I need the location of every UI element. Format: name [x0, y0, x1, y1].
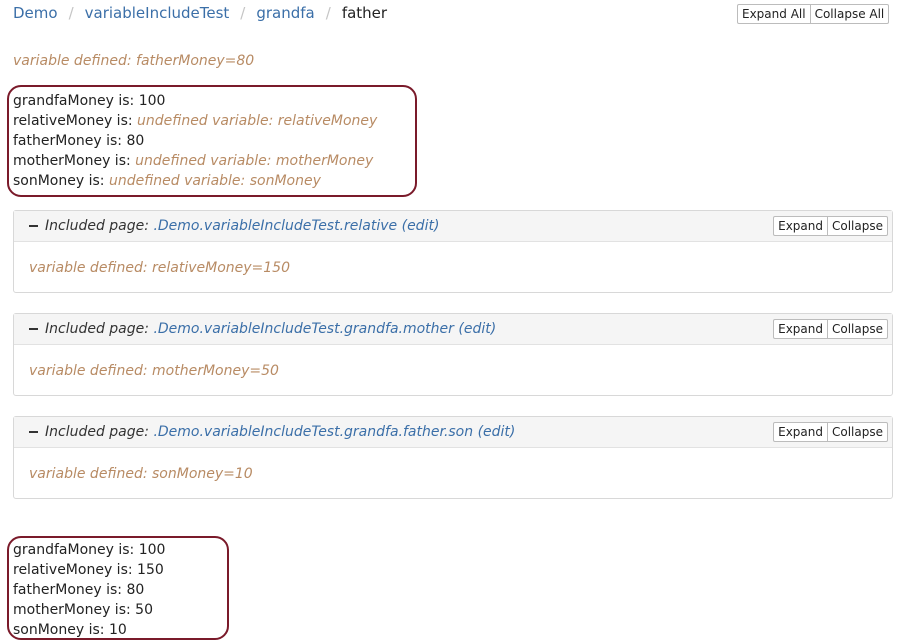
breadcrumb-separator: / — [325, 4, 331, 22]
collapse-button[interactable]: Collapse — [828, 216, 888, 236]
breadcrumb-current: father — [341, 4, 388, 22]
included-page-body: variable defined: relativeMoney=150 — [14, 242, 892, 292]
breadcrumb-separator: / — [240, 4, 246, 22]
included-variable-definition: variable defined: motherMoney=50 — [29, 363, 279, 379]
first-block-line: motherMoney is: undefined variable: moth… — [13, 151, 373, 171]
included-page-label: Included page: — [45, 321, 154, 337]
expand-button[interactable]: Expand — [773, 319, 828, 339]
expand-button[interactable]: Expand — [773, 216, 828, 236]
included-page-body: variable defined: motherMoney=50 — [14, 345, 892, 395]
included-page-link[interactable]: .Demo.variableIncludeTest.relative (edit… — [153, 218, 439, 234]
line-label: relativeMoney is: — [13, 113, 138, 129]
included-page-header: Included page: .Demo.variableIncludeTest… — [14, 417, 892, 448]
breadcrumb-grandfa[interactable]: grandfa — [256, 4, 314, 22]
collapse-button[interactable]: Collapse — [828, 319, 888, 339]
included-page-link[interactable]: .Demo.variableIncludeTest.grandfa.mother… — [153, 321, 496, 337]
included-page-label: Included page: — [45, 218, 154, 234]
included-variable-definition: variable defined: relativeMoney=150 — [29, 260, 290, 276]
line-label: motherMoney is: — [13, 602, 136, 618]
second-block-line: motherMoney is: 50 — [13, 600, 153, 620]
included-page-relative: Included page: .Demo.variableIncludeTest… — [13, 210, 893, 293]
expand-button[interactable]: Expand — [773, 422, 828, 442]
included-page-mother: Included page: .Demo.variableIncludeTest… — [13, 313, 893, 396]
line-label: grandfaMoney is: — [13, 542, 139, 558]
breadcrumb-demo[interactable]: Demo — [13, 4, 58, 22]
line-value: undefined variable: sonMoney — [108, 173, 321, 189]
included-page-body: variable defined: sonMoney=10 — [14, 448, 892, 498]
included-variable-definition: variable defined: sonMoney=10 — [29, 466, 253, 482]
expand-collapse-group: Expand Collapse — [773, 422, 888, 442]
expand-collapse-group: Expand Collapse — [773, 216, 888, 236]
collapse-all-button[interactable]: Collapse All — [810, 4, 890, 24]
breadcrumb-separator: / — [68, 4, 74, 22]
expand-collapse-all-group: Expand All Collapse All — [737, 4, 890, 24]
first-block-line: grandfaMoney is: 100 — [13, 91, 165, 111]
first-block-line: relativeMoney is: undefined variable: re… — [13, 111, 377, 131]
line-value: 150 — [137, 562, 164, 578]
top-variable-definition: variable defined: fatherMoney=80 — [13, 53, 255, 69]
line-label: motherMoney is: — [13, 153, 136, 169]
line-label: fatherMoney is: — [13, 582, 127, 598]
first-block-line: sonMoney is: undefined variable: sonMone… — [13, 171, 321, 191]
second-block-line: sonMoney is: 10 — [13, 620, 127, 640]
second-block-line: fatherMoney is: 80 — [13, 580, 144, 600]
line-label: sonMoney is: — [13, 622, 109, 638]
included-page-title: Included page: .Demo.variableIncludeTest… — [45, 314, 496, 344]
line-value: 100 — [138, 542, 166, 558]
included-page-title: Included page: .Demo.variableIncludeTest… — [45, 211, 439, 241]
line-value: 10 — [108, 622, 127, 638]
first-block-line: fatherMoney is: 80 — [13, 131, 144, 151]
breadcrumb: Demo / variableIncludeTest / grandfa / father — [13, 4, 387, 22]
line-label: grandfaMoney is: — [13, 93, 139, 109]
second-block-line: grandfaMoney is: 100 — [13, 540, 165, 560]
line-value: 80 — [126, 133, 145, 149]
included-page-title: Included page: .Demo.variableIncludeTest… — [45, 417, 515, 447]
line-value: 50 — [135, 602, 153, 618]
collapse-button[interactable]: Collapse — [828, 422, 888, 442]
line-label: relativeMoney is: — [13, 562, 138, 578]
second-block-line: relativeMoney is: 150 — [13, 560, 164, 580]
included-page-label: Included page: — [45, 424, 154, 440]
line-value: undefined variable: motherMoney — [135, 153, 374, 169]
included-page-header: Included page: .Demo.variableIncludeTest… — [14, 211, 892, 242]
line-value: 100 — [138, 93, 166, 109]
line-value: undefined variable: relativeMoney — [137, 113, 378, 129]
line-label: fatherMoney is: — [13, 133, 127, 149]
line-label: sonMoney is: — [13, 173, 109, 189]
breadcrumb-variable-include-test[interactable]: variableIncludeTest — [85, 4, 230, 22]
expand-all-button[interactable]: Expand All — [737, 4, 811, 24]
included-page-link[interactable]: .Demo.variableIncludeTest.grandfa.father… — [153, 424, 515, 440]
included-page-son: Included page: .Demo.variableIncludeTest… — [13, 416, 893, 499]
included-page-header: Included page: .Demo.variableIncludeTest… — [14, 314, 892, 345]
line-value: 80 — [126, 582, 145, 598]
expand-collapse-group: Expand Collapse — [773, 319, 888, 339]
